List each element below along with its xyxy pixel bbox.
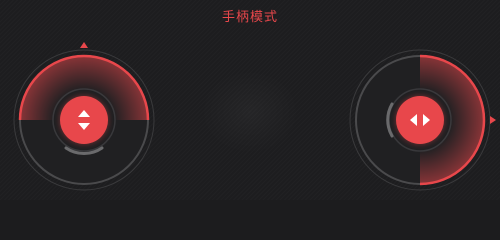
left-right-arrows-icon	[410, 114, 430, 126]
up-down-arrows-icon	[78, 110, 90, 130]
triangle-up-icon	[80, 42, 88, 48]
left-joystick-knob[interactable]	[60, 96, 108, 144]
gamepad-mode-screen: 手柄模式	[0, 0, 500, 200]
right-joystick-knob[interactable]	[396, 96, 444, 144]
triangle-right-icon	[490, 116, 496, 124]
